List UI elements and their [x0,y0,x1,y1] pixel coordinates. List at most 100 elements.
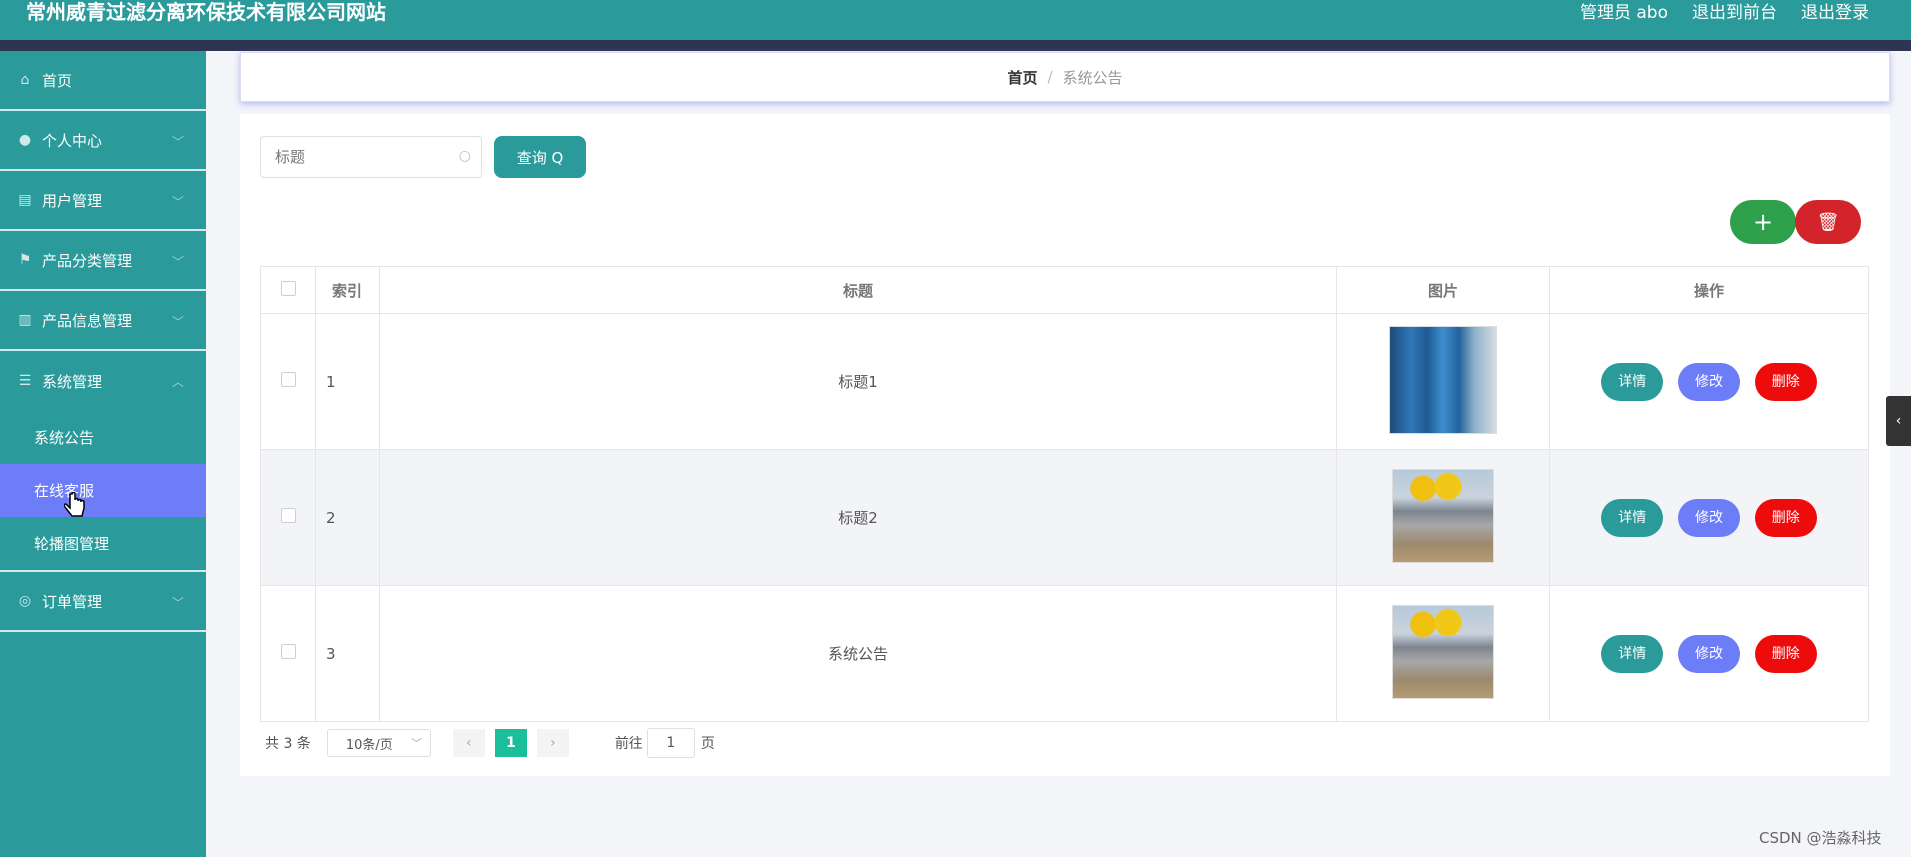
prev-page-button[interactable]: ‹ [452,729,485,757]
edit-button[interactable]: 修改 [1678,498,1740,537]
sidebar-item-home[interactable]: ⌂ 首页 [0,51,206,111]
system-submenu: 系统公告 在线客服 轮播图管理 [0,411,206,572]
trash-icon: 🗑 [1816,211,1840,233]
logout-link[interactable]: 退出登录 [1801,0,1869,23]
row-image-cell [1336,449,1550,586]
list-icon: ☰ [18,373,32,389]
chevron-down-icon: ﹀ [171,596,184,610]
data-table: 索引 标题 图片 操作 1 标题1 详情 修改 删除 2 标题2 详情 修改 删… [260,266,1869,722]
sidebar-item-personal-center[interactable]: ● 个人中心 ﹀ [0,111,206,171]
row-actions: 详情 修改 删除 [1549,585,1869,722]
edit-button[interactable]: 修改 [1678,362,1740,401]
sidebar-item-orders[interactable]: ◎ 订单管理 ﹀ [0,572,206,632]
goto-label: 前往 [614,736,643,752]
edit-button[interactable]: 修改 [1678,634,1740,673]
row-checkbox[interactable] [280,508,296,523]
main-panel: ○ 查询 Q + 🗑 索引 标题 图片 操作 1 标题1 [240,114,1890,776]
sidebar-item-label: 系统管理 [42,372,103,391]
breadcrumb-home[interactable]: 首页 [1007,67,1037,88]
query-button[interactable]: 查询 Q [494,136,586,178]
chevron-down-icon: ﹀ [171,195,184,209]
column-header-title: 标题 [379,266,1337,314]
collapse-toggle-button[interactable]: ‹ [1886,396,1911,446]
row-select-cell [260,313,316,450]
chevron-down-icon: ﹀ [410,737,422,750]
delete-button[interactable]: 删除 [1754,498,1817,537]
row-select-cell [260,585,316,722]
sidebar-subitem-online-service[interactable]: 在线客服 [0,464,206,517]
delete-button[interactable]: 删除 [1754,634,1817,673]
page-unit-label: 页 [700,736,715,752]
header-divider [0,40,1911,51]
goto-page-input[interactable]: 1 [646,728,695,758]
flag-icon: ⚑ [18,252,32,268]
page-number-button[interactable]: 1 [494,729,527,757]
detail-button[interactable]: 详情 [1601,362,1664,401]
row-title: 标题2 [379,449,1337,586]
table-header-row: 索引 标题 图片 操作 [260,266,1869,314]
row-index: 1 [315,313,380,450]
chevron-right-icon: › [550,735,556,751]
admin-user-label: 管理员 abo [1579,3,1668,23]
row-select-cell [260,449,316,586]
chevron-down-icon: ﹀ [171,135,184,149]
sidebar-item-label: 产品分类管理 [42,251,133,270]
search-box: ○ [260,136,482,178]
page-size-select[interactable]: 10条/页 ﹀ [326,729,431,757]
row-checkbox[interactable] [280,644,296,659]
globe-icon: ◎ [18,593,32,609]
watermark: CSDN @浩淼科技 [1759,829,1882,847]
detail-button[interactable]: 详情 [1601,634,1664,673]
column-header-image: 图片 [1336,266,1550,314]
detail-button[interactable]: 详情 [1601,498,1664,537]
sidebar-subitem-carousel[interactable]: 轮播图管理 [0,517,206,572]
row-index: 3 [315,585,380,722]
sidebar-item-label: 订单管理 [42,592,103,611]
sidebar-subitem-announcements[interactable]: 系统公告 [0,411,206,464]
chevron-left-icon: ‹ [1895,413,1902,429]
chart-icon: ▥ [18,312,32,328]
sidebar-item-user-management[interactable]: ▤ 用户管理 ﹀ [0,171,206,231]
home-icon: ⌂ [20,72,30,88]
sidebar-item-label: 用户管理 [42,191,103,210]
breadcrumb: 首页 / 系统公告 [240,52,1890,102]
sidebar-item-system-management[interactable]: ☰ 系统管理 ︿ [0,351,206,411]
row-checkbox[interactable] [280,372,296,387]
clipboard-icon: ▤ [18,192,32,208]
next-page-button[interactable]: › [536,729,569,757]
add-button[interactable]: + [1730,200,1796,244]
sidebar-item-label: 产品信息管理 [42,311,133,330]
row-image-cell [1336,313,1550,450]
industrial-separator-image [1392,468,1494,563]
exit-to-front-link[interactable]: 退出到前台 [1692,0,1777,23]
delete-button[interactable]: 删除 [1754,362,1817,401]
breadcrumb-current: 系统公告 [1062,68,1123,87]
search-icon: ○ [458,148,471,164]
batch-delete-button[interactable]: 🗑 [1795,200,1861,244]
blue-filter-tanks-image [1389,325,1497,434]
page-size-value: 10条/页 [345,737,393,753]
table-row: 3 系统公告 详情 修改 删除 [260,585,1869,722]
row-title: 标题1 [379,313,1337,450]
row-actions: 详情 修改 删除 [1549,313,1869,450]
sidebar-item-product-category[interactable]: ⚑ 产品分类管理 ﹀ [0,231,206,291]
search-icon: Q [551,148,564,167]
column-header-actions: 操作 [1549,266,1869,314]
sidebar-item-label: 个人中心 [42,131,103,150]
select-all-cell [260,266,316,314]
sidebar-item-product-info[interactable]: ▥ 产品信息管理 ﹀ [0,291,206,351]
search-input[interactable] [261,137,457,177]
plus-icon: + [1752,208,1774,236]
table-row: 1 标题1 详情 修改 删除 [260,313,1869,450]
chevron-down-icon: ﹀ [171,315,184,329]
hand-cursor-icon [64,492,85,517]
site-title: 常州威青过滤分离环保技术有限公司网站 [26,0,386,24]
chevron-down-icon: ﹀ [171,255,184,269]
column-header-index: 索引 [315,266,380,314]
select-all-checkbox[interactable] [280,280,296,296]
query-label: 查询 [516,148,547,167]
breadcrumb-separator: / [1047,68,1053,86]
sidebar-subitem-label: 系统公告 [34,429,95,447]
header-actions: 管理员 abo 退出到前台 退出登录 [1580,0,1869,23]
table-row: 2 标题2 详情 修改 删除 [260,449,1869,586]
